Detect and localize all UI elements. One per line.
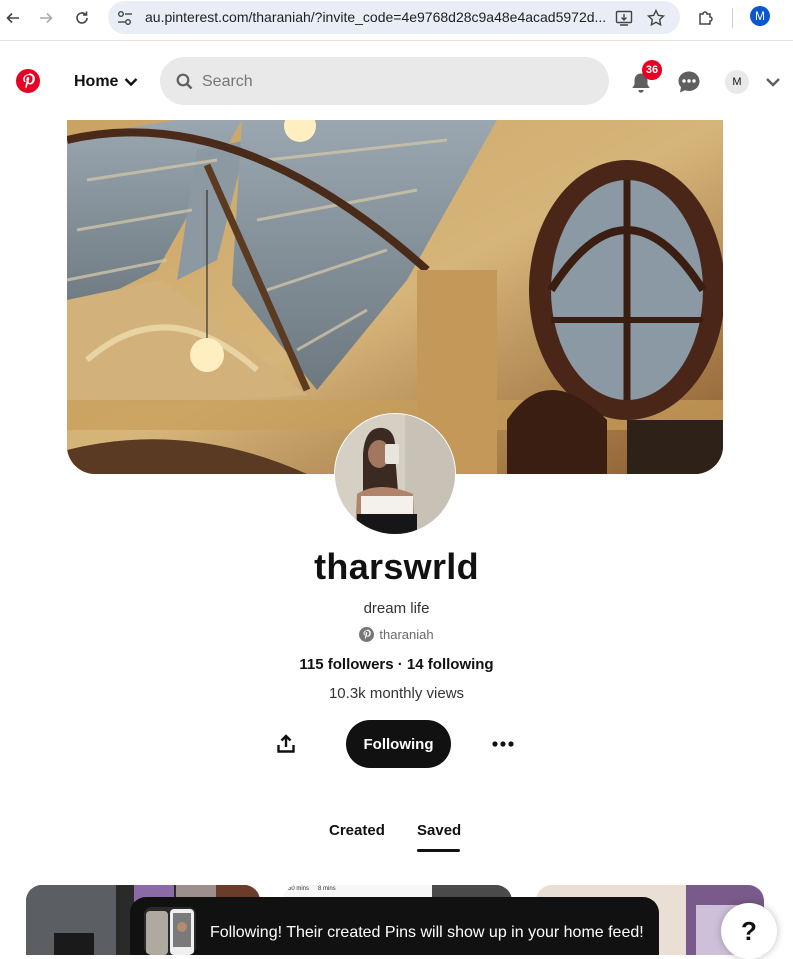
bookmark-star-icon[interactable]: [646, 8, 666, 28]
pin-preview-text: 8 mins: [318, 886, 336, 892]
help-button[interactable]: ?: [721, 903, 777, 959]
tab-saved[interactable]: Saved: [417, 822, 461, 839]
toast-thumbnail: [144, 907, 196, 955]
url-text: au.pinterest.com/tharaniah/?invite_code=…: [145, 9, 607, 25]
active-tab-underline: [417, 849, 460, 852]
user-avatar[interactable]: M: [725, 70, 749, 94]
tab-created[interactable]: Created: [329, 822, 385, 839]
pin-preview-text: 30 mins: [288, 886, 310, 892]
profile-username[interactable]: tharaniah: [0, 627, 793, 642]
home-menu-button[interactable]: Home: [62, 64, 150, 100]
share-button[interactable]: [270, 728, 302, 760]
account-chevron-down-icon[interactable]: [764, 74, 782, 90]
profile-avatar: [334, 413, 456, 535]
site-info-icon[interactable]: [116, 9, 134, 27]
username-label: tharaniah: [379, 627, 434, 642]
profile-bio: dream life: [363, 600, 430, 617]
toolbar-divider: [732, 8, 733, 28]
extensions-icon[interactable]: [696, 8, 716, 28]
messages-icon[interactable]: [676, 69, 702, 95]
monthly-views: 10.3k monthly views: [328, 685, 465, 702]
pinterest-logo-icon: [359, 627, 375, 642]
chevron-down-icon: [125, 78, 138, 87]
share-icon: [277, 734, 295, 753]
reload-icon[interactable]: [69, 6, 95, 30]
pinterest-logo[interactable]: [16, 69, 40, 93]
browser-profile-avatar[interactable]: M: [750, 6, 770, 26]
more-dots-icon: [492, 741, 514, 747]
more-options-button[interactable]: [487, 728, 519, 760]
search-bar[interactable]: [160, 57, 609, 105]
followers-following-count[interactable]: 115 followers · 14 following: [0, 656, 793, 673]
address-bar[interactable]: au.pinterest.com/tharaniah/?invite_code=…: [108, 1, 680, 34]
install-app-icon[interactable]: [614, 8, 634, 28]
back-icon[interactable]: [0, 6, 26, 30]
search-input[interactable]: [200, 69, 584, 95]
following-button[interactable]: Following: [346, 720, 451, 768]
search-icon: [176, 73, 193, 90]
profile-name: tharswrld: [314, 546, 479, 587]
forward-icon[interactable]: [33, 6, 59, 30]
follow-confirmation-toast: Following! Their created Pins will show …: [130, 897, 659, 955]
toast-message: Following! Their created Pins will show …: [210, 924, 644, 941]
notification-count-badge: 36: [642, 60, 662, 80]
home-label: Home: [74, 73, 119, 90]
browser-toolbar: au.pinterest.com/tharaniah/?invite_code=…: [0, 0, 793, 41]
